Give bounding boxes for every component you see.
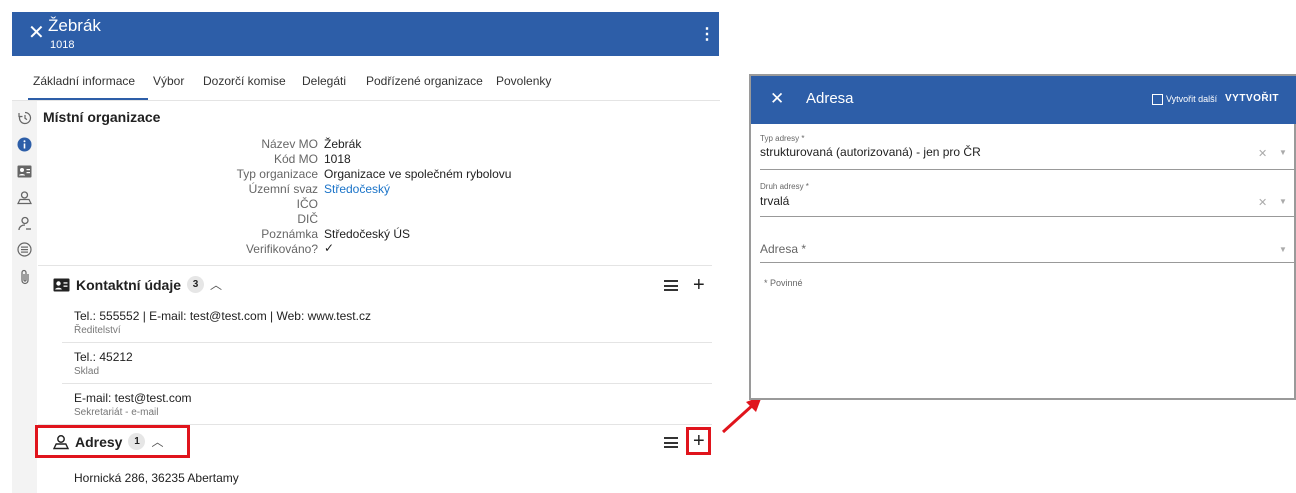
tab-vybor[interactable]: Výbor bbox=[153, 74, 184, 88]
value-poznamka: Středočeský ÚS bbox=[324, 227, 411, 241]
divider bbox=[62, 342, 712, 343]
address-kind-select[interactable]: trvalá bbox=[760, 194, 789, 208]
list-circle-icon[interactable] bbox=[12, 239, 37, 259]
section-header-contacts: Kontaktní údaje 3 ︿ bbox=[53, 276, 222, 293]
page-title: Žebrák bbox=[48, 16, 101, 35]
divider bbox=[38, 265, 712, 266]
dropdown-icon[interactable]: ▼ bbox=[1279, 197, 1287, 206]
more-vert-icon[interactable]: ⋮ bbox=[699, 24, 715, 44]
value-uzemni-svaz-link[interactable]: Středočeský bbox=[324, 182, 390, 196]
dialog-title: Adresa bbox=[806, 90, 854, 107]
contact-card-icon[interactable] bbox=[12, 161, 37, 181]
chevron-up-icon[interactable]: ︿ bbox=[210, 276, 222, 293]
required-note: * Povinné bbox=[764, 278, 803, 288]
field-label: Typ adresy * bbox=[760, 134, 805, 143]
contact-line: E-mail: test@test.com bbox=[74, 391, 192, 405]
address-line: Hornická 286, 36235 Abertamy bbox=[74, 471, 239, 485]
tab-zakladni-informace[interactable]: Základní informace bbox=[33, 74, 135, 88]
info-labels: Název MO Kód MO Typ organizace Územní sv… bbox=[118, 137, 318, 257]
attachment-icon[interactable] bbox=[12, 267, 37, 287]
address-input[interactable] bbox=[760, 262, 1296, 263]
map-marker-icon[interactable] bbox=[12, 187, 37, 207]
address-dialog: ✕ Adresa Vytvořit další VYTVOŘIT Typ adr… bbox=[749, 74, 1296, 400]
list-menu-icon[interactable] bbox=[664, 437, 678, 448]
label-verifikovano: Verifikováno? bbox=[245, 242, 318, 256]
address-type-select[interactable]: strukturovaná (autorizovaná) - jen pro Č… bbox=[760, 145, 981, 159]
section-title-local-org: Místní organizace bbox=[43, 109, 161, 125]
tab-dozorci-komise[interactable]: Dozorčí komise bbox=[203, 74, 286, 88]
field-underline bbox=[760, 169, 1296, 170]
dropdown-icon[interactable]: ▼ bbox=[1279, 245, 1287, 254]
side-rail bbox=[12, 101, 37, 493]
label-dic: DIČ bbox=[297, 212, 318, 226]
dialog-header: ✕ Adresa Vytvořit další VYTVOŘIT bbox=[751, 76, 1296, 124]
divider bbox=[62, 383, 712, 384]
history-icon[interactable] bbox=[12, 108, 37, 128]
contact-sub: Ředitelství bbox=[74, 325, 121, 336]
list-menu-icon[interactable] bbox=[664, 280, 678, 291]
address-input-label: Adresa * bbox=[760, 242, 807, 256]
label-poznamka: Poznámka bbox=[261, 227, 318, 241]
close-icon[interactable]: ✕ bbox=[28, 23, 45, 43]
label-typ-organizace: Typ organizace bbox=[236, 167, 318, 181]
create-another-checkbox[interactable] bbox=[1152, 94, 1163, 105]
value-typ-organizace: Organizace ve společném rybolovu bbox=[324, 167, 512, 181]
tab-podrizene-organizace[interactable]: Podřízené organizace bbox=[366, 74, 483, 88]
value-verifikovano-check: ✓ bbox=[324, 241, 335, 255]
contact-line: Tel.: 555552 | E-mail: test@test.com | W… bbox=[74, 309, 371, 323]
label-uzemni-svaz: Územní svaz bbox=[248, 182, 318, 196]
highlight-box bbox=[686, 427, 711, 455]
contact-card-icon bbox=[53, 278, 70, 291]
tabs-divider bbox=[12, 100, 720, 101]
value-nazev-mo: Žebrák bbox=[324, 137, 362, 151]
add-contact-button[interactable]: + bbox=[693, 275, 705, 295]
count-badge: 3 bbox=[187, 276, 205, 293]
value-kod-mo: 1018 bbox=[324, 152, 351, 166]
field-underline bbox=[760, 216, 1296, 217]
highlight-box bbox=[35, 425, 190, 458]
person-key-icon[interactable] bbox=[12, 213, 37, 233]
tab-povolenky[interactable]: Povolenky bbox=[496, 74, 551, 88]
label-nazev-mo: Název MO bbox=[261, 137, 318, 151]
page-subtitle: 1018 bbox=[50, 39, 75, 51]
section-title-contacts: Kontaktní údaje bbox=[76, 276, 182, 293]
tab-delegati[interactable]: Delegáti bbox=[302, 74, 346, 88]
info-icon[interactable] bbox=[12, 134, 37, 154]
close-icon[interactable]: ✕ bbox=[770, 89, 784, 109]
create-button[interactable]: VYTVOŘIT bbox=[1225, 93, 1279, 104]
label-ico: IČO bbox=[296, 197, 318, 211]
contact-line: Tel.: 45212 bbox=[74, 350, 133, 364]
clear-icon[interactable]: ✕ bbox=[1258, 196, 1267, 209]
field-label: Druh adresy * bbox=[760, 182, 809, 191]
dropdown-icon[interactable]: ▼ bbox=[1279, 148, 1287, 157]
contact-sub: Sekretariát - e-mail bbox=[74, 407, 159, 418]
app-header: ✕ Žebrák 1018 ⋮ bbox=[12, 12, 719, 56]
contact-sub: Sklad bbox=[74, 366, 100, 377]
clear-icon[interactable]: ✕ bbox=[1258, 147, 1267, 160]
create-another-label: Vytvořit další bbox=[1166, 94, 1218, 104]
label-kod-mo: Kód MO bbox=[273, 152, 318, 166]
